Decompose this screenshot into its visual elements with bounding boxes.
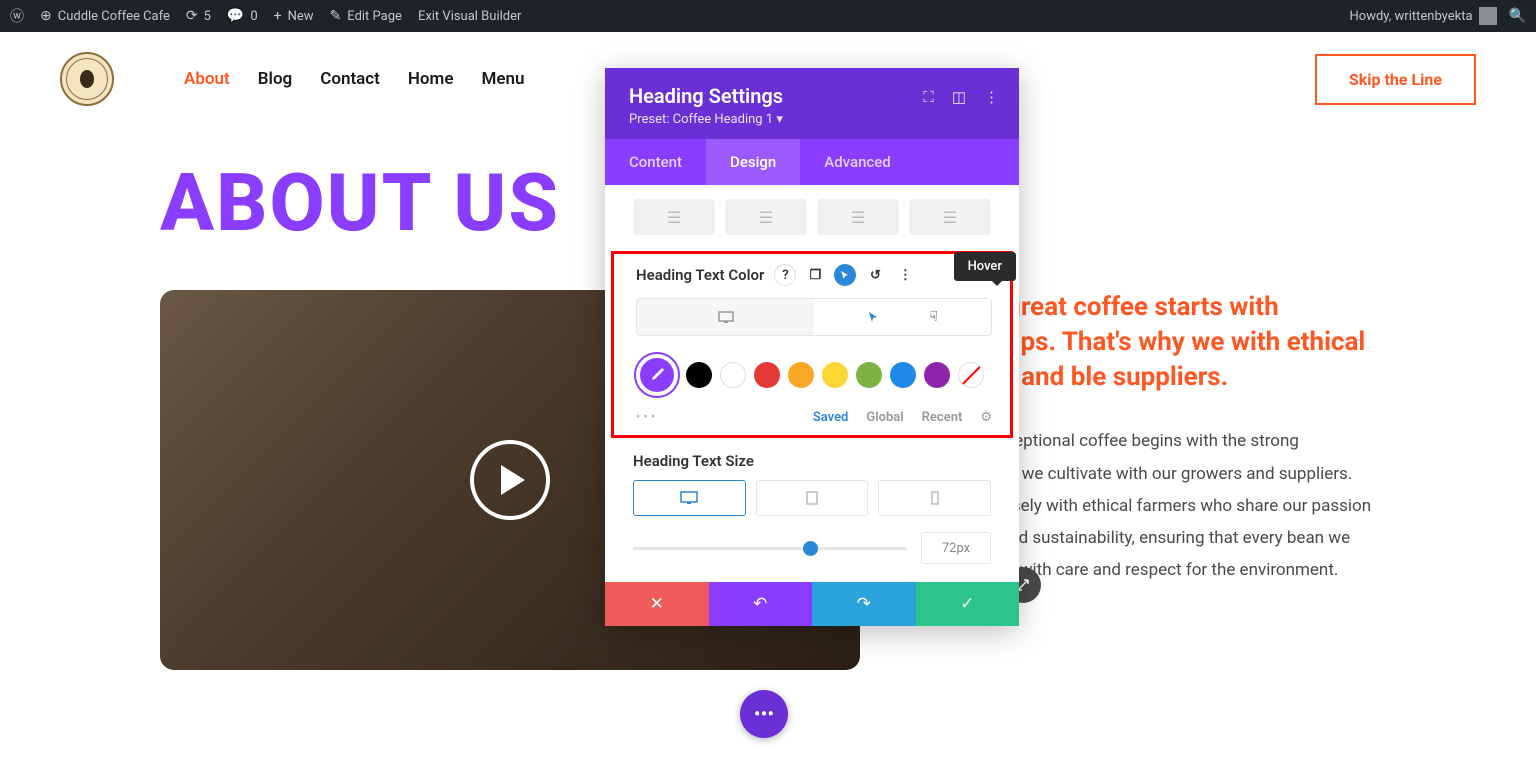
panel-footer: ✕ ↶ ↷ ✓: [605, 582, 1019, 626]
more-options-icon[interactable]: ⋮: [894, 264, 916, 286]
redo-button[interactable]: ↷: [812, 582, 916, 626]
play-button[interactable]: [470, 440, 550, 520]
hover-state-tab[interactable]: ☟: [814, 299, 991, 335]
size-slider[interactable]: [633, 547, 907, 550]
meta-more-icon[interactable]: •••: [636, 410, 658, 425]
swatch-green[interactable]: [856, 362, 882, 388]
heading-text-color-label: Heading Text Color: [636, 266, 764, 284]
swatch-orange[interactable]: [788, 362, 814, 388]
howdy-label: Howdy, writtenbyekta: [1350, 9, 1473, 24]
skip-line-button[interactable]: Skip the Line: [1315, 54, 1476, 105]
wp-site-name[interactable]: ⊕Cuddle Coffee Cafe: [40, 8, 170, 24]
hover-tooltip: Hover: [954, 252, 1016, 281]
nav-about[interactable]: About: [184, 69, 230, 89]
swatch-yellow[interactable]: [822, 362, 848, 388]
nav-menu[interactable]: Menu: [481, 69, 524, 89]
swatch-white[interactable]: [720, 362, 746, 388]
device-tabs: [633, 480, 991, 516]
heading-text-size-label: Heading Text Size: [633, 452, 991, 470]
cursor-icon: ☟: [929, 309, 938, 325]
save-button[interactable]: ✓: [916, 582, 1020, 626]
swatch-purple[interactable]: [924, 362, 950, 388]
panel-header[interactable]: Heading Settings Preset: Coffee Heading …: [605, 68, 1019, 139]
cancel-button[interactable]: ✕: [605, 582, 709, 626]
updates-count: 5: [204, 9, 211, 24]
new-label: New: [288, 9, 314, 24]
align-justify-button[interactable]: ☰: [909, 199, 991, 235]
snap-icon[interactable]: ⛶: [923, 88, 934, 106]
nav-home[interactable]: Home: [408, 69, 454, 89]
phone-tab[interactable]: [878, 480, 991, 516]
wp-howdy[interactable]: Howdy, writtenbyekta: [1350, 7, 1497, 25]
gear-icon[interactable]: ⚙: [980, 410, 992, 425]
nav-contact[interactable]: Contact: [320, 69, 380, 89]
panel-preset[interactable]: Preset: Coffee Heading 1 ▾: [629, 112, 923, 127]
wp-admin-bar: ⓦ ⊕Cuddle Coffee Cafe ⟳5 💬0 +New ✎Edit P…: [0, 0, 1536, 32]
align-right-button[interactable]: ☰: [817, 199, 899, 235]
color-swatches: [636, 354, 992, 396]
panel-tabs: Content Design Advanced: [605, 139, 1019, 185]
edit-label: Edit Page: [347, 9, 402, 24]
wp-comments[interactable]: 💬0: [227, 8, 258, 24]
site-name-label: Cuddle Coffee Cafe: [58, 9, 170, 24]
highlighted-section: Hover Heading Text Color ? ❐ ↺ ⋮ ☟: [611, 251, 1013, 438]
wp-exit-builder[interactable]: Exit Visual Builder: [418, 9, 521, 24]
size-input[interactable]: [921, 532, 991, 564]
undo-button[interactable]: ↶: [709, 582, 813, 626]
slider-thumb[interactable]: [803, 541, 818, 556]
panel-title: Heading Settings: [629, 84, 923, 108]
default-state-tab[interactable]: [637, 299, 814, 335]
text-align-row: ☰ ☰ ☰ ☰: [605, 185, 1019, 249]
wp-search[interactable]: 🔍: [1509, 8, 1526, 24]
more-icon[interactable]: ⋮: [984, 88, 999, 106]
saved-tab[interactable]: Saved: [813, 410, 849, 425]
reset-icon[interactable]: ↺: [864, 264, 886, 286]
comments-count: 0: [250, 9, 257, 24]
main-nav: About Blog Contact Home Menu: [184, 69, 524, 89]
builder-fab[interactable]: •••: [740, 690, 788, 738]
nav-blog[interactable]: Blog: [258, 69, 293, 89]
wp-logo[interactable]: ⓦ: [10, 6, 24, 26]
global-tab[interactable]: Global: [866, 410, 903, 425]
tab-advanced[interactable]: Advanced: [800, 139, 914, 185]
play-icon: [501, 465, 525, 495]
dock-icon[interactable]: ◫: [952, 88, 966, 106]
recent-tab[interactable]: Recent: [922, 410, 963, 425]
wp-edit-page[interactable]: ✎Edit Page: [330, 8, 402, 24]
responsive-device-icon[interactable]: ❐: [804, 264, 826, 286]
swatch-red[interactable]: [754, 362, 780, 388]
hover-state-icon[interactable]: [834, 264, 856, 286]
wp-updates[interactable]: ⟳5: [186, 8, 211, 24]
wp-new[interactable]: +New: [274, 8, 314, 24]
desktop-tab[interactable]: [633, 480, 746, 516]
swatch-none[interactable]: [958, 362, 984, 388]
swatch-black[interactable]: [686, 362, 712, 388]
logo[interactable]: [60, 52, 114, 106]
swatch-blue[interactable]: [890, 362, 916, 388]
align-left-button[interactable]: ☰: [633, 199, 715, 235]
tab-content[interactable]: Content: [605, 139, 706, 185]
color-picker-button[interactable]: [636, 354, 678, 396]
help-icon[interactable]: ?: [774, 264, 796, 286]
tab-design[interactable]: Design: [706, 139, 800, 185]
exit-label: Exit Visual Builder: [418, 9, 521, 24]
settings-panel: Heading Settings Preset: Coffee Heading …: [605, 68, 1019, 626]
state-tabs: ☟: [636, 298, 992, 336]
align-center-button[interactable]: ☰: [725, 199, 807, 235]
avatar: [1479, 7, 1497, 25]
tablet-tab[interactable]: [756, 480, 869, 516]
